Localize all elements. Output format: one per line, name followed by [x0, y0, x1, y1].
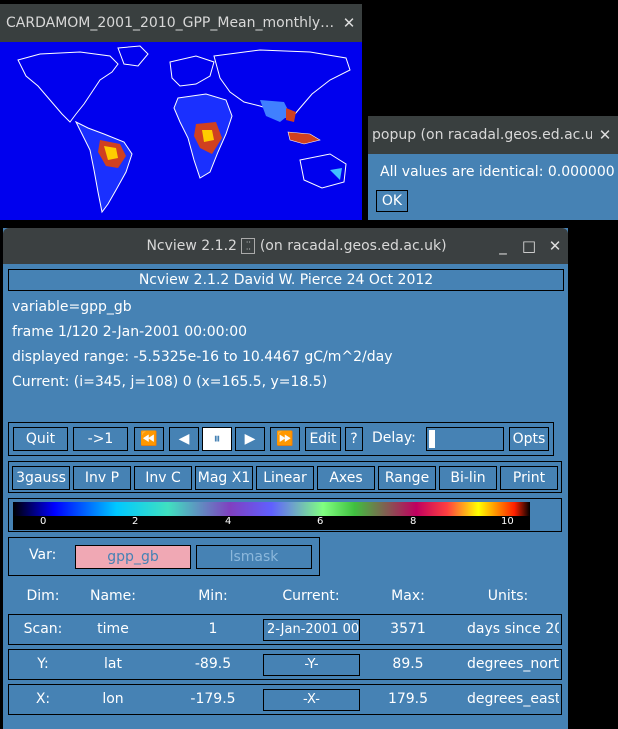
scale-button[interactable]: Linear	[256, 466, 314, 490]
range-info: displayed range: -5.5325e-16 to 10.4467 …	[12, 349, 393, 365]
ncview-title-host: (on racadal.geos.ed.ac.uk)	[259, 238, 447, 254]
dim-label: Y:	[37, 656, 49, 672]
map-window-title: CARDAMOM_2001_2010_GPP_Mean_monthly…	[6, 15, 335, 31]
name-header: Name:	[89, 588, 137, 604]
dim-name: time	[97, 621, 129, 637]
dim-min: -89.5	[194, 656, 232, 672]
dim-units: degrees_nort	[467, 656, 559, 672]
map-close-icon[interactable]: ✕	[336, 14, 362, 32]
colorbar-ticks	[13, 516, 530, 530]
frame-info: frame 1/120 2-Jan-2001 00:00:00	[12, 324, 248, 340]
popup-close-icon[interactable]: ✕	[592, 126, 618, 144]
units-header: Units:	[487, 588, 529, 604]
map-window[interactable]: CARDAMOM_2001_2010_GPP_Mean_monthly… ✕	[0, 4, 362, 220]
close-icon[interactable]: ✕	[542, 237, 568, 255]
min-header: Min:	[198, 588, 228, 604]
colorbar[interactable]	[13, 502, 530, 516]
popup-titlebar[interactable]: popup (on racadal.geos.ed.ac.u… ✕	[368, 116, 618, 154]
ncview-title-name: Ncview 2.1.2	[146, 238, 237, 254]
quit-button[interactable]: Quit	[13, 427, 68, 451]
popup-message: All values are identical: 0.000000	[380, 164, 615, 180]
dim-current-field[interactable]: 2-Jan-2001 00	[263, 619, 360, 641]
variable-info: variable=gpp_gb	[12, 299, 132, 315]
var-lsmask-button[interactable]: lsmask	[196, 545, 312, 569]
invert-color-button[interactable]: Inv C	[134, 466, 192, 490]
delay-slider[interactable]	[426, 427, 504, 451]
edit-button[interactable]: Edit	[305, 427, 341, 451]
delay-label: Delay:	[372, 430, 416, 446]
colorbar-tick: 0	[40, 516, 47, 527]
pause-icon[interactable]: ⏸	[202, 427, 232, 451]
dim-min: -179.5	[190, 691, 236, 707]
interpolation-button[interactable]: Bi-lin	[439, 466, 497, 490]
var-label: Var:	[29, 547, 57, 563]
current-info: Current: (i=345, j=108) 0 (x=165.5, y=18…	[12, 374, 328, 390]
dim-name: lat	[104, 656, 122, 672]
max-header: Max:	[391, 588, 425, 604]
opts-button[interactable]: Opts	[509, 427, 549, 451]
maximize-icon[interactable]: □	[516, 237, 542, 255]
dim-units: degrees_east	[467, 691, 559, 707]
dim-current-field[interactable]: -Y-	[263, 654, 360, 676]
colorbar-tick: 2	[132, 516, 139, 527]
map-window-titlebar[interactable]: CARDAMOM_2001_2010_GPP_Mean_monthly… ✕	[0, 4, 362, 42]
dim-label: X:	[35, 691, 51, 707]
print-button[interactable]: Print	[500, 466, 558, 490]
dim-min: 1	[208, 621, 218, 637]
colorbar-tick: 10	[501, 516, 514, 527]
version-banner: Ncview 2.1.2 David W. Pierce 24 Oct 2012	[8, 269, 564, 291]
map-image[interactable]	[0, 42, 362, 220]
magnify-button[interactable]: Mag X1	[195, 466, 253, 490]
colormap-button[interactable]: 3gauss	[12, 466, 70, 490]
fast-forward-icon[interactable]: ⏩	[270, 427, 300, 451]
reset-button[interactable]: ->1	[73, 427, 128, 451]
invert-physical-button[interactable]: Inv P	[73, 466, 131, 490]
var-gpp-gb-button[interactable]: gpp_gb	[75, 545, 191, 569]
dim-current-field[interactable]: -X-	[263, 689, 360, 711]
ncview-window[interactable]: Ncview 2.1.2 ·· ·· (on racadal.geos.ed.ac…	[3, 228, 568, 729]
popup-ok-button[interactable]: OK	[376, 190, 408, 212]
colorbar-tick: 6	[317, 516, 324, 527]
dim-label: Scan:	[23, 621, 63, 637]
dim-units: days since 20	[467, 621, 559, 637]
rewind-icon[interactable]: ⏪	[134, 427, 164, 451]
axes-button[interactable]: Axes	[317, 466, 375, 490]
popup-window[interactable]: popup (on racadal.geos.ed.ac.u… ✕ All va…	[368, 116, 618, 220]
delay-slider-thumb[interactable]	[429, 430, 435, 448]
dim-header: Dim:	[26, 588, 60, 604]
app-glyph-icon: ·· ··	[241, 238, 256, 254]
ncview-titlebar[interactable]: Ncview 2.1.2 ·· ·· (on racadal.geos.ed.ac…	[3, 228, 568, 264]
dim-max: 179.5	[387, 691, 429, 707]
forward-icon[interactable]: ▶	[235, 427, 265, 451]
minimize-icon[interactable]: _	[490, 237, 516, 255]
back-icon[interactable]: ◀	[169, 427, 199, 451]
dim-max: 89.5	[392, 656, 424, 672]
dim-max: 3571	[390, 621, 426, 637]
ncview-title: Ncview 2.1.2 ·· ·· (on racadal.geos.ed.ac…	[3, 238, 490, 254]
help-button[interactable]: ?	[345, 427, 363, 451]
current-header: Current:	[282, 588, 340, 604]
banner-text: Ncview 2.1.2 David W. Pierce 24 Oct 2012	[138, 272, 434, 288]
colorbar-tick: 8	[410, 516, 417, 527]
popup-title: popup (on racadal.geos.ed.ac.u…	[372, 127, 592, 143]
range-button[interactable]: Range	[378, 466, 436, 490]
colorbar-tick: 4	[225, 516, 232, 527]
dim-name: lon	[102, 691, 124, 707]
